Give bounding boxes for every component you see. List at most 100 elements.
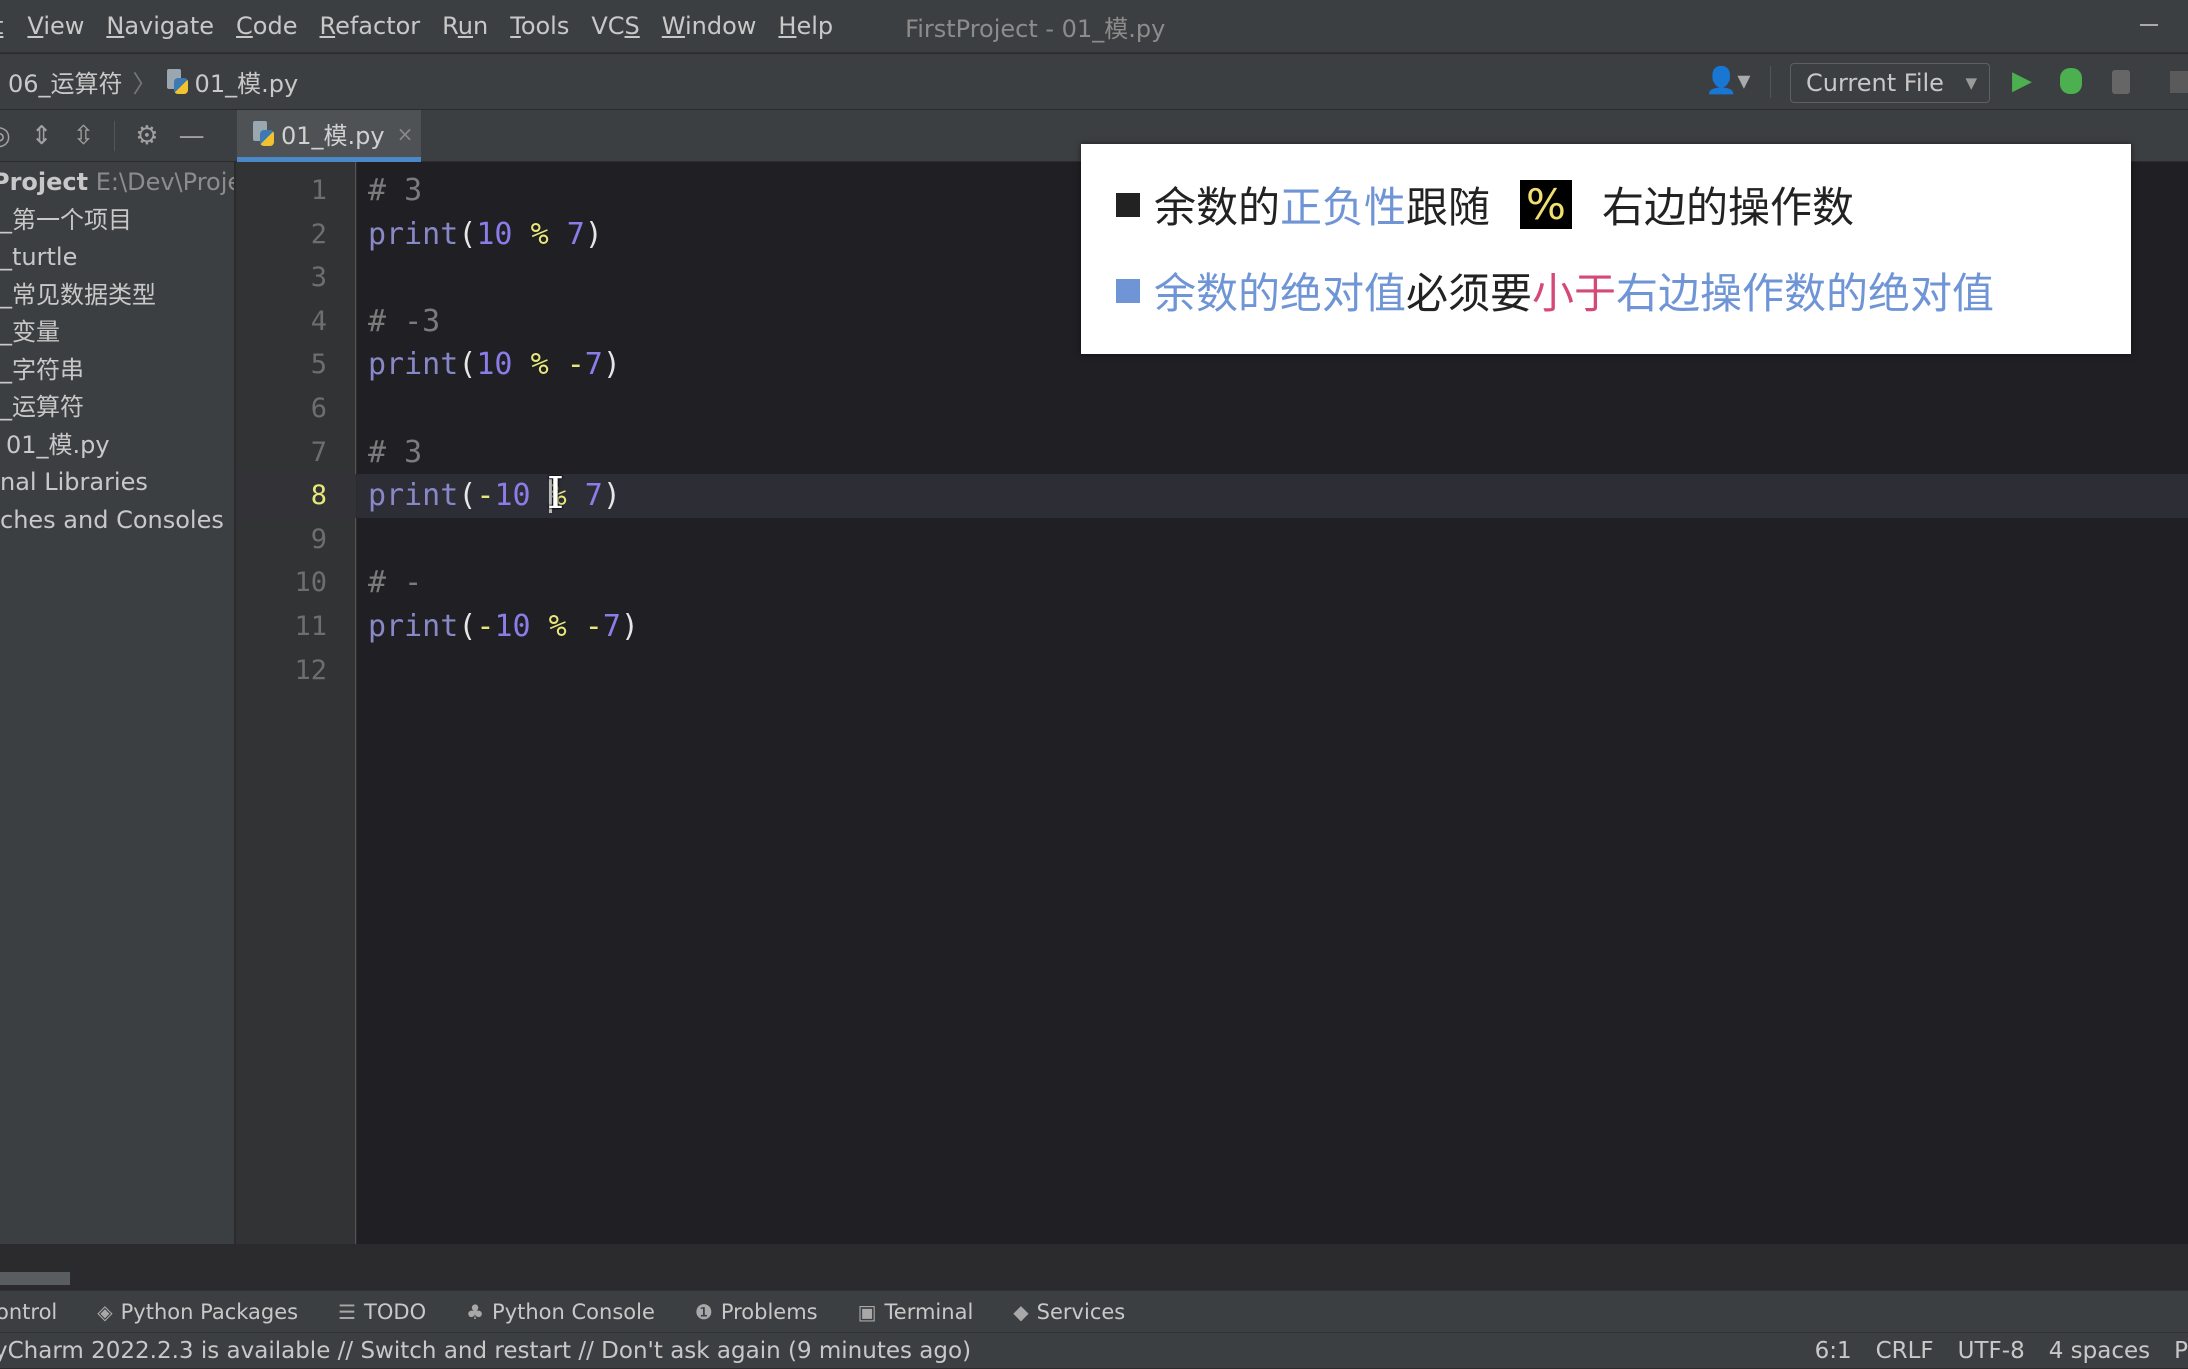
tool-window-label: TODO [364,1299,427,1324]
warning-icon: ❶ [694,1299,713,1324]
status-message[interactable]: yCharm 2022.2.3 is available // Switch a… [0,1338,971,1364]
menu-item[interactable]: Tools [510,12,569,40]
code-line[interactable]: print(-10 % 7) [368,474,621,518]
line-number-gutter: 1 2 3 4 5 6 7 8 9 10 11 12 [236,162,356,1244]
code-line[interactable]: print(-10 % -7) [368,605,639,649]
menu-item[interactable]: t [0,12,3,40]
code-token: print [368,347,459,383]
menu-item[interactable]: Navigate [106,12,214,40]
project-tree-item[interactable]: _变量 [0,314,234,352]
line-number: 2 [310,218,327,250]
menu-item[interactable]: Run [442,12,488,40]
code-token: % [548,609,567,644]
menu-item-mnemonic: u [457,12,473,40]
close-icon[interactable]: × [397,122,414,146]
code-line[interactable]: # - [368,561,422,605]
current-line-gutter-highlight [236,474,356,519]
code-line[interactable]: # 3 [368,431,422,475]
expand-all-icon[interactable]: ⇕ [31,121,53,151]
indent-setting[interactable]: 4 spaces [2049,1338,2150,1364]
collapse-all-icon[interactable]: ⇳ [72,121,94,151]
project-tree-item[interactable]: 01_模.py [0,427,234,465]
code-token: # 3 [368,173,423,208]
horizontal-scrollbar[interactable] [0,1244,2188,1290]
locate-icon[interactable]: ◎ [0,121,11,151]
hide-icon[interactable]: — [179,121,205,151]
menu-item-mnemonic: H [778,12,797,40]
menu-item-mnemonic: C [236,12,253,40]
project-tree-item[interactable]: _第一个项目 [0,202,234,240]
gear-icon[interactable]: ⚙ [135,121,158,151]
run-config-label: Current File [1806,69,1944,97]
menu-item-text: n [473,12,489,40]
run-configuration-select[interactable]: Current File ▼ [1790,63,1990,103]
annotation-text: 必须要 [1406,269,1533,318]
code-token: 7 [566,216,585,252]
project-tree-item[interactable]: _字符串 [0,352,234,390]
line-number: 1 [310,175,327,206]
project-name: Project [0,168,89,196]
tool-window-python-console[interactable]: ♣ Python Console [466,1300,655,1324]
tool-window-todo[interactable]: ☰ TODO [338,1300,426,1324]
layers-icon: ◈ [97,1299,113,1324]
menu-item[interactable]: Window [662,12,757,40]
project-tree-item[interactable]: _常见数据类型 [0,277,234,315]
stop-icon[interactable] [2170,71,2188,93]
line-number: 8 [310,480,327,512]
code-token: ( [458,609,477,644]
caret-position[interactable]: 6:1 [1815,1338,1852,1364]
menu-item[interactable]: VCS [591,12,639,40]
menu-item-text: ools [520,12,570,40]
minimize-button[interactable] [2140,24,2158,26]
vcs-user-icon[interactable]: 👤▾ [1705,66,1750,96]
menu-item[interactable]: Help [778,12,833,40]
code-token: # -3 [368,303,441,339]
divider [1770,66,1771,98]
tool-window-terminal[interactable]: ▣ Terminal [858,1300,974,1324]
annotation-text: 右边的操作数 [1601,183,1854,232]
tool-window-bar: ontrol ◈ Python Packages ☰ TODO ♣ Python Conso… [0,1290,2188,1332]
project-tree-item[interactable]: nal Libraries [0,464,234,502]
debug-icon[interactable] [2060,68,2082,94]
scrollbar-thumb[interactable] [0,1272,70,1285]
menu-item-text: iew [43,12,85,40]
window-title: FirstProject - 01_模.py [905,14,1166,43]
code-line[interactable]: # -3 [368,300,440,344]
python-icon: ♣ [466,1299,485,1324]
file-encoding[interactable]: UTF-8 [1958,1338,2025,1364]
tool-window-problems[interactable]: ❶ Problems [695,1300,818,1324]
menu-item-text: efactor [335,12,421,40]
menu-item[interactable]: Code [236,12,297,40]
project-tree-item[interactable]: ches and Consoles [0,502,234,540]
interpreter[interactable]: P [2174,1338,2188,1364]
annotation-text: % [1520,180,1572,229]
breadcrumb-folder[interactable]: 06_运算符 [8,64,123,99]
tool-window-services[interactable]: ◆ Services [1013,1300,1125,1324]
line-separator[interactable]: CRLF [1876,1338,1934,1364]
coverage-icon[interactable] [2112,70,2130,94]
menu-bar: t View Navigate Code Refactor Run Tools VCS Wind… [0,0,2188,53]
tool-window-label: Python Packages [120,1299,299,1324]
project-tree-item[interactable]: _运算符 [0,389,234,427]
code-token: ( [458,347,477,383]
run-icon[interactable]: ▶ [2012,66,2032,96]
code-line[interactable]: # 3 [368,169,422,213]
menu-item[interactable]: View [27,12,84,40]
breadcrumb-file[interactable]: 01_模.py [195,64,299,99]
menu-item-text: indow [684,12,757,40]
code-line[interactable]: print(10 % -7) [368,343,621,387]
project-root[interactable]: Project E:\Dev\Project [0,164,234,202]
tab-label: 01_模.py [281,122,385,150]
tab-01-mo-py[interactable]: 01_模.py × [237,110,421,162]
code-line[interactable]: print(10 % 7) [368,213,603,257]
menu-item[interactable]: Refactor [319,12,420,40]
project-tree-item[interactable]: _turtle [0,239,234,277]
code-token: 10 [476,216,513,252]
tool-window-python-packages[interactable]: ◈ Python Packages [97,1300,298,1324]
tool-window-label: Terminal [884,1299,974,1324]
tool-window-ontrol[interactable]: ontrol [0,1300,57,1324]
code-token: - [566,347,585,383]
